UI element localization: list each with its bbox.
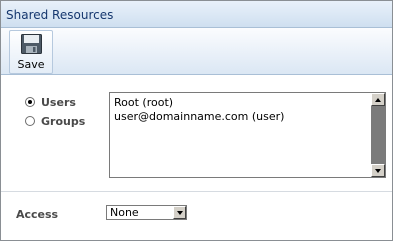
save-button[interactable]: Save — [9, 30, 53, 74]
users-radio-label: Users — [41, 96, 76, 109]
chevron-down-icon — [177, 211, 183, 215]
access-label: Access — [16, 208, 59, 221]
list-scrollbar[interactable] — [371, 93, 385, 177]
chevron-down-icon — [375, 169, 381, 173]
access-dropdown-button[interactable] — [173, 206, 186, 219]
panel-title: Shared Resources — [6, 8, 114, 22]
shared-resources-panel: Shared Resources Save Users Groups Root … — [0, 0, 393, 241]
access-select[interactable]: None — [106, 205, 187, 220]
users-radio[interactable] — [25, 97, 35, 107]
groups-radio-label: Groups — [41, 115, 86, 128]
list-item[interactable]: Root (root) — [114, 96, 173, 109]
title-bar: Shared Resources — [1, 1, 392, 28]
floppy-disk-icon — [21, 34, 42, 54]
members-listbox[interactable]: Root (root) user@domainname.com (user) — [109, 92, 386, 178]
scroll-up-button[interactable] — [371, 93, 385, 106]
toolbar: Save — [1, 28, 392, 75]
scroll-down-button[interactable] — [371, 164, 385, 177]
list-item[interactable]: user@domainname.com (user) — [114, 110, 284, 123]
save-label: Save — [17, 58, 45, 71]
groups-radio[interactable] — [25, 116, 35, 126]
chevron-up-icon — [375, 98, 381, 102]
divider — [1, 191, 392, 192]
access-select-value: None — [110, 206, 139, 219]
